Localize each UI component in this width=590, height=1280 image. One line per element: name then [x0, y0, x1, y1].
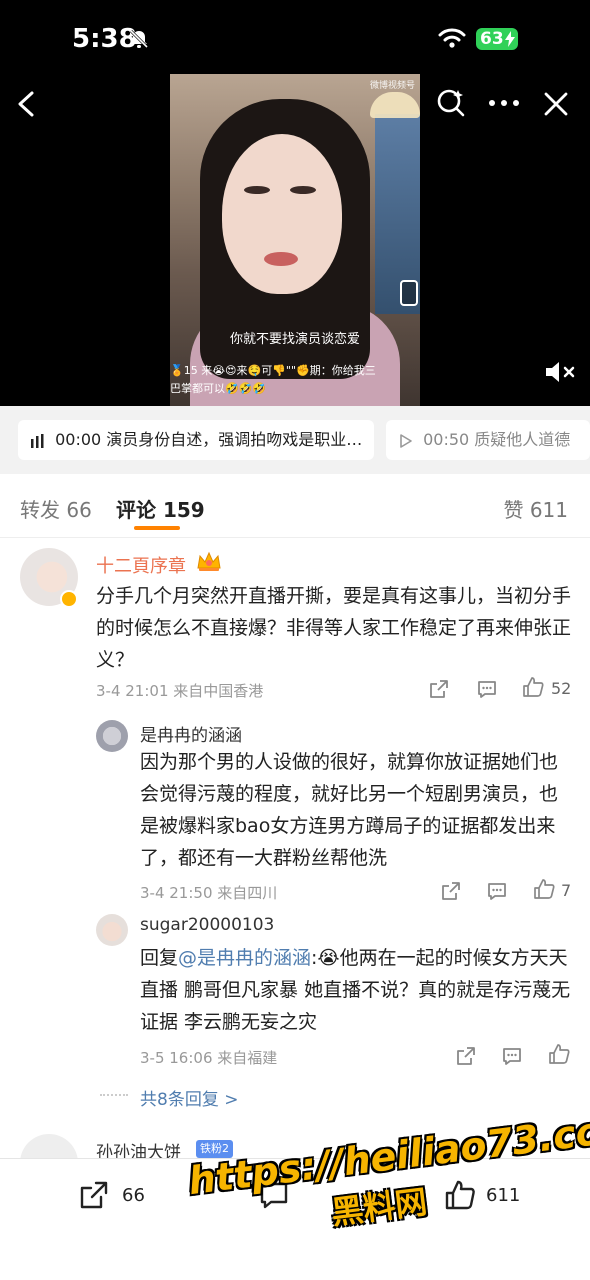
chapter-time: 00:50: [423, 430, 470, 449]
chapter-title: 质疑他人道德: [474, 430, 571, 449]
share-icon: [80, 1181, 108, 1209]
close-icon[interactable]: [544, 92, 568, 116]
danmu-comment: 🏅15 来😭😍来🤤可👎""✊期：你给我三: [170, 364, 376, 377]
forward-count: 66: [122, 1185, 145, 1206]
phone-rotate-icon[interactable]: [400, 280, 418, 306]
tab-count: 611: [529, 498, 568, 522]
reply-text: 回复@是冉冉的涵涵:😭他两在一起的时候女方天天直播 鹏哥但凡家暴 她直播不说？真…: [140, 942, 572, 1038]
divider-dots: [100, 1094, 128, 1096]
tab-label: 赞: [503, 498, 524, 522]
reply-prefix: 回复: [140, 947, 179, 969]
tab-count: 66: [66, 498, 92, 522]
tab-forward[interactable]: 转发 66: [20, 494, 92, 523]
bell-muted-icon: [129, 29, 149, 49]
share-icon[interactable]: [440, 880, 462, 902]
reply-meta: 3-5 16:06 来自福建: [140, 1049, 278, 1067]
audio-bars-icon: [31, 433, 44, 448]
tab-label: 转发: [20, 498, 60, 522]
verified-badge-icon: [60, 590, 78, 608]
crown-badge-icon: [197, 551, 221, 571]
video-frame[interactable]: 微博视频号 你就不要找演员谈恋爱 🏅15 来😭😍来🤤可👎""✊期：你给我三 巴掌…: [170, 74, 420, 406]
reply-username[interactable]: sugar20000103: [140, 915, 274, 935]
battery-indicator: 63: [476, 28, 518, 50]
lamp-shape: [370, 92, 420, 118]
chapter-item[interactable]: 00:00 演员身份自述，强调拍吻戏是职业…: [18, 420, 374, 460]
tab-likes[interactable]: 赞 611: [503, 494, 568, 523]
thumbs-up-icon[interactable]: [548, 1043, 570, 1065]
chapter-time: 00:00: [55, 430, 102, 449]
more-replies-link[interactable]: 共8条回复 >: [140, 1085, 238, 1110]
chapter-item[interactable]: 00:50 质疑他人道德: [386, 420, 590, 460]
battery-level: 63: [480, 29, 504, 49]
reply-icon[interactable]: [486, 880, 508, 902]
chapter-title: 演员身份自述，强调拍吻戏是职业…: [106, 430, 363, 449]
chapter-strip: 00:00 演员身份自述，强调拍吻戏是职业… 00:50 质疑他人道德: [0, 406, 590, 474]
person-lips: [264, 252, 298, 266]
tab-label: 评论: [116, 498, 156, 522]
person-eye: [244, 186, 270, 194]
avatar[interactable]: [96, 720, 128, 752]
danmu-comment: 巴掌都可以🤣🤣🤣: [170, 382, 267, 395]
thumbs-up-icon[interactable]: [533, 878, 555, 900]
comment-text: 分手几个月突然开直播开撕，要是真有这事儿，当初分手的时候怎么不直接爆？非得等人家…: [96, 585, 572, 671]
back-arrow-icon[interactable]: [14, 90, 40, 118]
video-subtitle: 你就不要找演员谈恋爱: [229, 332, 360, 347]
reply-icon[interactable]: [501, 1045, 523, 1067]
like-count: 52: [551, 679, 572, 698]
mention-link[interactable]: @是冉冉的涵涵: [178, 947, 311, 969]
video-watermark: 微博视频号: [370, 81, 416, 91]
tab-comments[interactable]: 评论 159: [116, 494, 205, 523]
mute-speaker-icon[interactable]: [544, 360, 576, 384]
charging-bolt-icon: [505, 31, 515, 47]
person-eye: [290, 186, 316, 194]
reply-text: 因为那个男的人设做的很好，就算你放证据她们也会觉得污蔑的程度，就好比另一个短剧男…: [140, 751, 559, 869]
reply-meta: 3-4 21:50 来自四川: [140, 884, 278, 902]
tab-count: 159: [162, 498, 205, 522]
reply-icon[interactable]: [476, 678, 498, 700]
play-icon: [400, 433, 412, 448]
thumbs-up-icon[interactable]: [522, 676, 544, 698]
video-player[interactable]: 5:38 63 微博视频号 你就不要找演员谈恋爱 🏅15 来😭😍来🤤可👎""✊期…: [0, 0, 590, 406]
status-time: 5:38: [72, 24, 137, 54]
tab-bar: 转发 66 评论 159 赞 611: [0, 474, 590, 538]
share-icon[interactable]: [455, 1045, 477, 1067]
wifi-icon: [438, 28, 466, 48]
avatar[interactable]: [96, 914, 128, 946]
comment-username[interactable]: 十二頁序章: [96, 552, 186, 578]
comment-meta: 3-4 21:01 来自中国香港: [96, 682, 264, 700]
like-count: 7: [561, 881, 572, 900]
person-face: [222, 134, 342, 294]
share-icon[interactable]: [428, 678, 450, 700]
more-options-icon[interactable]: [488, 94, 520, 112]
active-tab-indicator: [134, 526, 180, 530]
search-icon[interactable]: [436, 88, 466, 118]
reply-username[interactable]: 是冉冉的涵涵: [140, 721, 242, 746]
